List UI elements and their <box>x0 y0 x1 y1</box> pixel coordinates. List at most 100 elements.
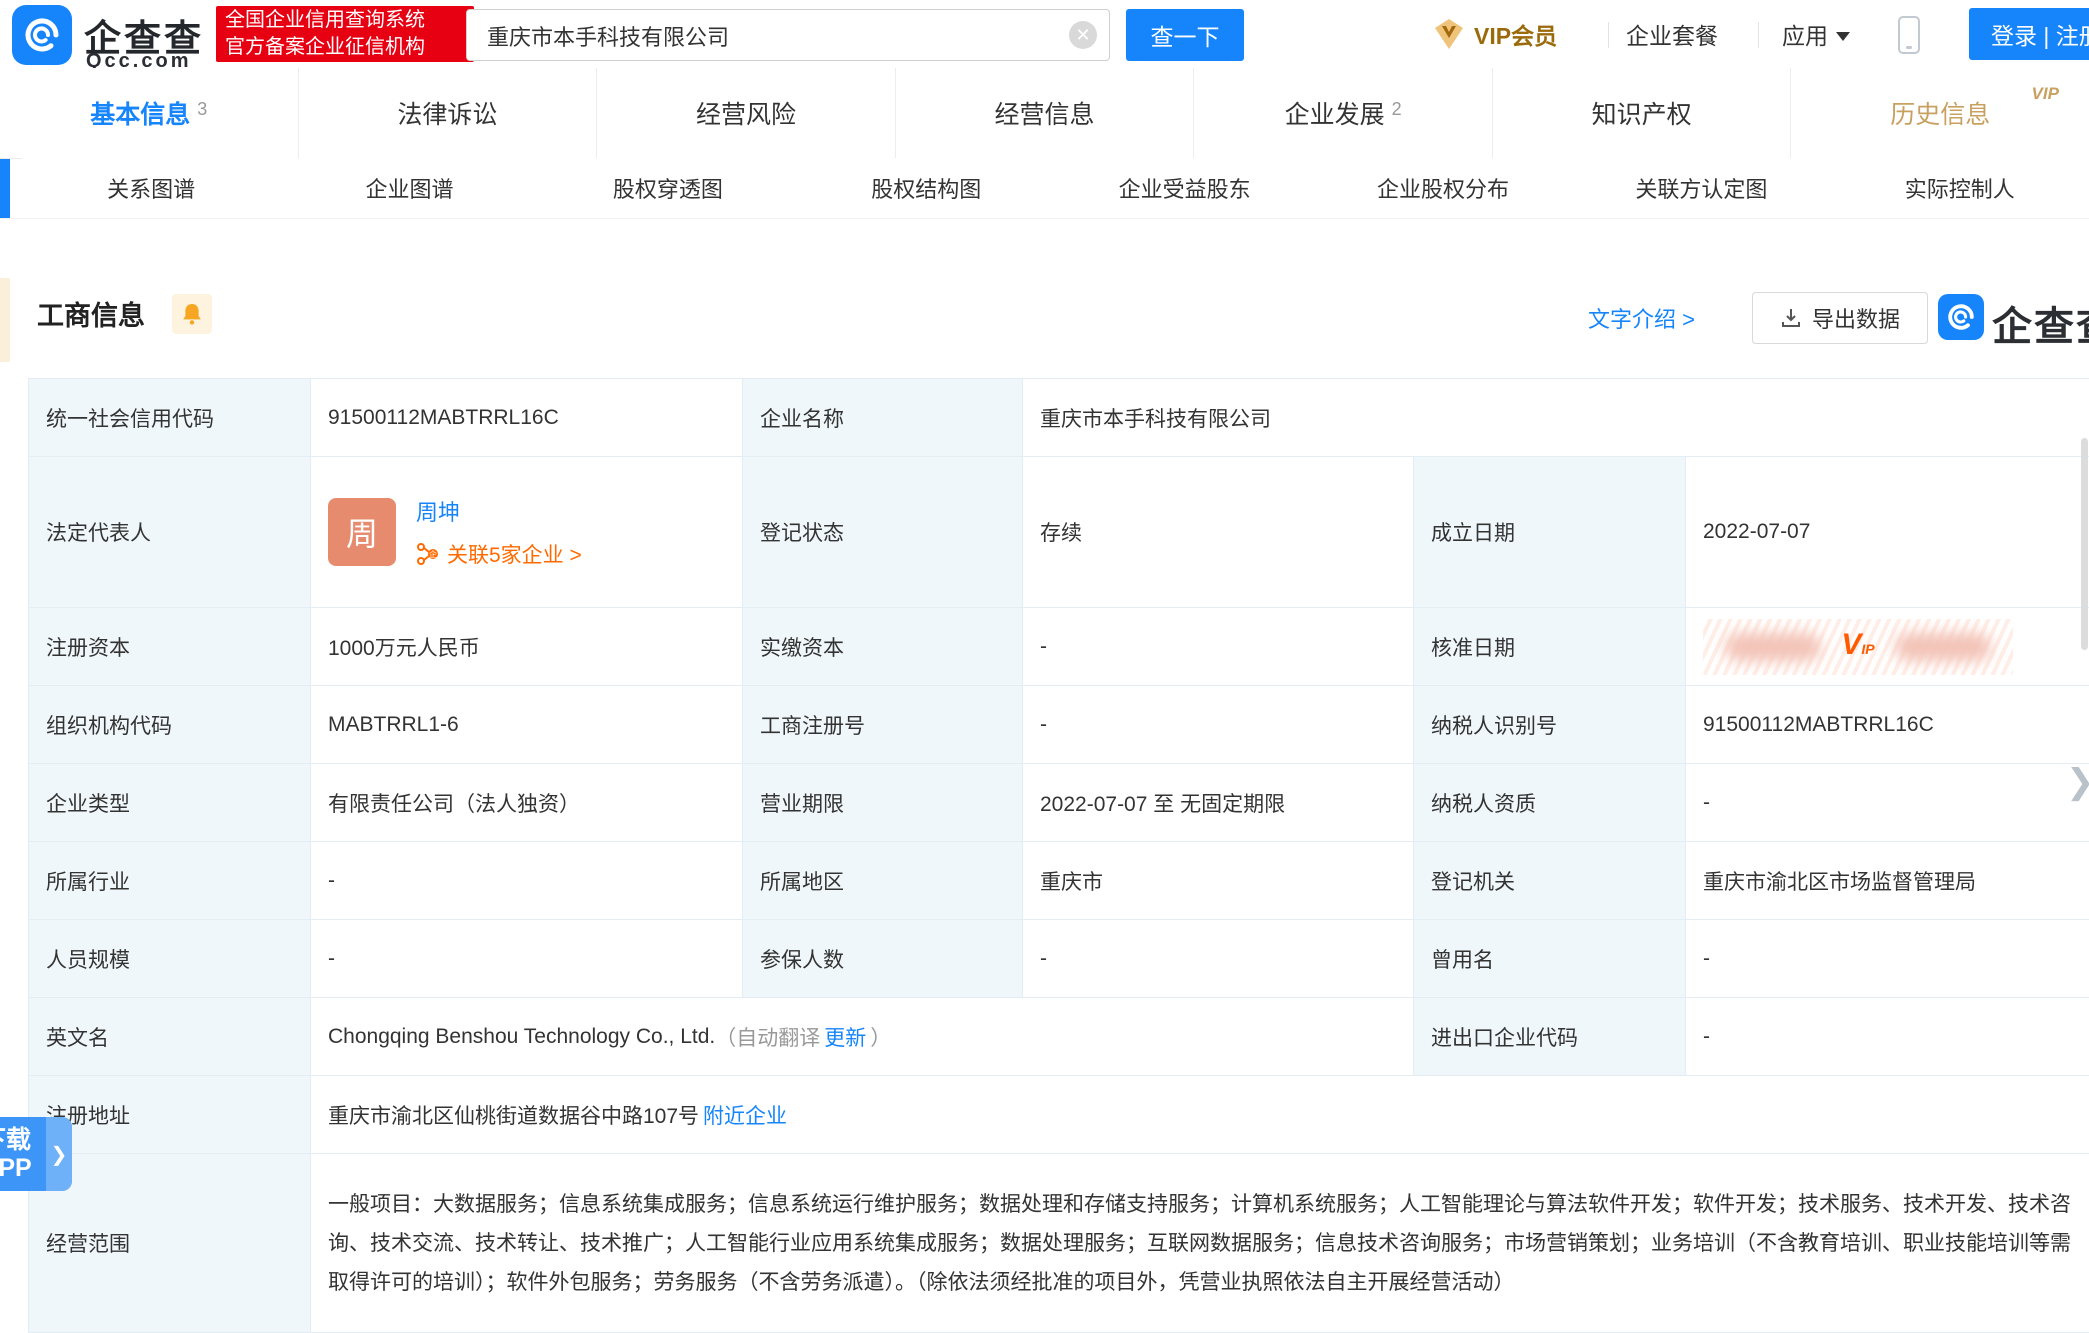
tab-6[interactable]: 知识产权 <box>1493 68 1792 158</box>
tab-1[interactable]: 基本信息 3 <box>0 68 299 158</box>
related-companies-label: 关联5家企业 > <box>447 539 582 569</box>
mobile-app-icon[interactable] <box>1898 16 1920 54</box>
subnav-item-7[interactable]: 关联方认定图 <box>1572 158 1830 218</box>
auto-translate-note-close: ） <box>870 1022 891 1052</box>
legal-rep-cell: 周周坤企关联5家企业 > <box>311 457 743 607</box>
table-row: 组织机构代码MABTRRL1-6工商注册号-纳税人识别号91500112MABT… <box>29 686 2089 764</box>
tab-label: 基本信息 <box>90 95 190 131</box>
field-label: 登记机关 <box>1414 842 1686 919</box>
qcc-logo-icon[interactable] <box>12 5 72 65</box>
badge-line-2: 官方备案企业征信机构 <box>225 34 465 61</box>
header-divider-2 <box>1758 22 1759 48</box>
subnav-item-2[interactable]: 企业图谱 <box>280 158 538 218</box>
download-app-button[interactable]: 下载 APP ❯ <box>0 1117 72 1191</box>
chevron-down-icon <box>1836 32 1850 41</box>
graph-subnav: 关系图谱企业图谱股权穿透图股权结构图企业受益股东企业股权分布关联方认定图实际控制… <box>22 158 2089 218</box>
table-scroll-right-icon[interactable]: ❯ <box>2066 762 2089 802</box>
registered-address-value: 重庆市渝北区仙桃街道数据谷中路107号 <box>328 1100 699 1130</box>
business-scope-value: 一般项目：大数据服务；信息系统集成服务；信息系统运行维护服务；数据处理和存储支持… <box>328 1165 2072 1322</box>
legal-rep-name-link[interactable]: 周坤 <box>416 495 582 527</box>
subnav-item-8[interactable]: 实际控制人 <box>1831 158 2089 218</box>
field-label: 企业类型 <box>29 764 311 841</box>
search-box: ✕ <box>466 9 1110 61</box>
field-label: 核准日期 <box>1414 608 1686 685</box>
registration-status-value: 存续 <box>1023 457 1414 607</box>
vertical-scrollbar-thumb[interactable] <box>2081 438 2088 650</box>
field-label: 实缴资本 <box>743 608 1023 685</box>
search-button[interactable]: 查一下 <box>1126 9 1244 61</box>
app-expand-chevron-icon[interactable]: ❯ <box>46 1117 72 1191</box>
table-row: 法定代表人周周坤企关联5家企业 >登记状态存续成立日期2022-07-07 <box>29 457 2089 608</box>
tab-label: 经营信息 <box>995 95 1095 131</box>
field-value-rich: Chongqing Benshou Technology Co., Ltd.（自… <box>311 998 1414 1075</box>
tab-5[interactable]: 企业发展 2 <box>1194 68 1493 158</box>
field-label: 纳税人资质 <box>1414 764 1686 841</box>
main-tabs: 基本信息 3 法律诉讼 经营风险 经营信息 企业发展 2 知识产权历史信息VIP <box>0 68 2089 159</box>
tab-label: 经营风险 <box>696 95 796 131</box>
field-label: 组织机构代码 <box>29 686 311 763</box>
clear-search-icon[interactable]: ✕ <box>1069 21 1097 49</box>
export-data-button[interactable]: 导出数据 <box>1752 292 1928 344</box>
field-label: 所属行业 <box>29 842 311 919</box>
export-data-label: 导出数据 <box>1812 302 1900 334</box>
field-label: 企业名称 <box>743 379 1023 456</box>
subnav-item-5[interactable]: 企业受益股东 <box>1056 158 1314 218</box>
nearby-companies-link[interactable]: 附近企业 <box>703 1100 787 1130</box>
subnav-divider <box>0 218 2089 219</box>
table-row: 英文名Chongqing Benshou Technology Co., Ltd… <box>29 998 2089 1076</box>
tab-3[interactable]: 经营风险 <box>597 68 896 158</box>
insured-count-value: - <box>1023 920 1414 997</box>
qcc-logo-glyph <box>20 13 64 57</box>
taxpayer-id-value: 91500112MABTRRL16C <box>1686 686 2089 763</box>
table-row: 注册资本1000万元人民币实缴资本-核准日期VIP <box>29 608 2089 686</box>
table-row: 所属行业-所属地区重庆市登记机关重庆市渝北区市场监督管理局 <box>29 842 2089 920</box>
qcc-watermark-text: 企查查 <box>1992 294 2089 352</box>
vip-masked-value[interactable]: VIP <box>1703 619 2013 675</box>
former-name-value: - <box>1686 920 2089 997</box>
tab-count-badge: 3 <box>197 99 207 120</box>
tab-2[interactable]: 法律诉讼 <box>299 68 598 158</box>
tab-4[interactable]: 经营信息 <box>896 68 1195 158</box>
svg-text:企: 企 <box>429 549 437 559</box>
business-scope-cell: 一般项目：大数据服务；信息系统集成服务；信息系统运行维护服务；数据处理和存储支持… <box>311 1154 2089 1332</box>
subnav-item-3[interactable]: 股权穿透图 <box>539 158 797 218</box>
text-intro-link[interactable]: 文字介绍 > <box>1588 302 1695 334</box>
vip-tag: VIP <box>2032 84 2059 104</box>
legal-rep-related-link[interactable]: 企关联5家企业 > <box>416 539 582 569</box>
subnav-item-6[interactable]: 企业股权分布 <box>1314 158 1572 218</box>
field-label: 人员规模 <box>29 920 311 997</box>
field-label: 参保人数 <box>743 920 1023 997</box>
tab-7[interactable]: 历史信息VIP <box>1791 68 2089 158</box>
field-value-rich: 重庆市渝北区仙桃街道数据谷中路107号附近企业 <box>311 1076 2089 1153</box>
vip-member-link[interactable]: VIP会员 <box>1432 0 1557 68</box>
import-export-code-value: - <box>1686 998 2089 1075</box>
approval-date-cell: VIP <box>1686 608 2089 685</box>
field-label: 曾用名 <box>1414 920 1686 997</box>
org-code-value: MABTRRL1-6 <box>311 686 743 763</box>
industry-value: - <box>311 842 743 919</box>
enterprise-package-label: 企业套餐 <box>1626 17 1718 51</box>
tab-label: 企业发展 <box>1285 95 1385 131</box>
registered-capital-value: 1000万元人民币 <box>311 608 743 685</box>
tab-label: 法律诉讼 <box>397 95 497 131</box>
subnav-item-4[interactable]: 股权结构图 <box>797 158 1055 218</box>
table-row: 统一社会信用代码91500112MABTRRL16C企业名称重庆市本手科技有限公… <box>29 379 2089 457</box>
left-tool-rail <box>0 278 10 362</box>
tab-count-badge: 2 <box>1392 99 1402 120</box>
subnav-item-1[interactable]: 关系图谱 <box>22 158 280 218</box>
legal-rep-avatar[interactable]: 周 <box>328 498 396 566</box>
section-title: 工商信息 <box>37 294 145 333</box>
search-input[interactable] <box>485 14 1049 58</box>
company-type-value: 有限责任公司（法人独资） <box>311 764 743 841</box>
monitor-bell-button[interactable] <box>172 294 212 334</box>
registration-no-value: - <box>1023 686 1414 763</box>
establish-date-value: 2022-07-07 <box>1686 457 2089 607</box>
login-register-button[interactable]: 登录 | 注册 <box>1969 8 2089 60</box>
qcc-watermark-icon <box>1938 294 1984 340</box>
table-row: 注册地址重庆市渝北区仙桃街道数据谷中路107号附近企业 <box>29 1076 2089 1154</box>
field-label: 工商注册号 <box>743 686 1023 763</box>
table-row: 企业类型有限责任公司（法人独资）营业期限2022-07-07 至 无固定期限纳税… <box>29 764 2089 842</box>
enterprise-package-link[interactable]: 企业套餐 <box>1626 0 1718 68</box>
update-translation-link[interactable]: 更新 <box>824 1022 866 1052</box>
apps-dropdown[interactable]: 应用 <box>1782 0 1850 68</box>
